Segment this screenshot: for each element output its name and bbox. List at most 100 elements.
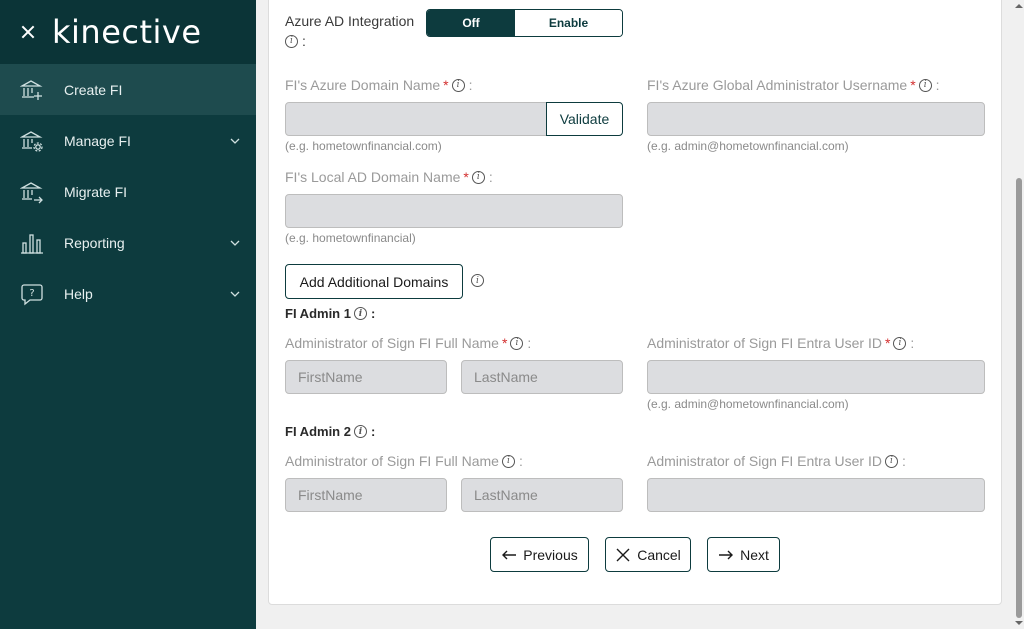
azure-ad-label: Azure AD Integration — [285, 13, 414, 29]
colon: : — [370, 424, 376, 439]
admin2-title-text: FI Admin 2 — [285, 424, 351, 439]
azure-admin-hint: (e.g. admin@hometownfinancial.com) — [647, 139, 849, 153]
azure-admin-label: FI's Azure Global Administrator Username… — [647, 77, 940, 93]
add-additional-domains-button[interactable]: Add Additional Domains — [285, 264, 463, 299]
admin1-user-id-label: Administrator of Sign FI Entra User ID * i… — [647, 335, 914, 351]
sidebar-item-reporting[interactable]: Reporting — [0, 217, 256, 268]
close-icon — [615, 547, 631, 563]
next-label: Next — [740, 546, 769, 563]
admin1-last-name-input[interactable]: LastName — [461, 360, 623, 394]
info-icon[interactable]: i — [918, 78, 932, 92]
sidebar: kinective Create FI Manage FI Migrate FI… — [0, 0, 256, 629]
local-domain-hint: (e.g. hometownfinancial) — [285, 231, 416, 245]
admin2-first-name-input[interactable]: FirstName — [285, 478, 447, 512]
azure-admin-input[interactable] — [647, 102, 985, 136]
sidebar-item-label: Manage FI — [64, 132, 131, 149]
bar-chart-icon — [20, 231, 44, 255]
admin1-user-id-hint: (e.g. admin@hometownfinancial.com) — [647, 397, 849, 411]
azure-ad-label-text: Azure AD Integration — [285, 13, 415, 29]
toggle-enable-button[interactable]: Enable — [515, 10, 622, 36]
info-icon[interactable]: i — [884, 454, 898, 468]
close-icon[interactable] — [18, 22, 38, 42]
colon: : — [935, 77, 940, 93]
required-asterisk: * — [501, 335, 508, 351]
info-icon[interactable]: i — [893, 336, 907, 350]
azure-domain-hint: (e.g. hometownfinancial.com) — [285, 139, 442, 153]
admin1-first-name-input[interactable]: FirstName — [285, 360, 447, 394]
previous-button[interactable]: Previous — [490, 537, 589, 572]
arrow-left-icon — [501, 549, 517, 561]
admin2-user-id-label: Administrator of Sign FI Entra User ID i: — [647, 453, 906, 469]
sidebar-item-help[interactable]: ? Help — [0, 268, 256, 319]
admin1-full-name-label-text: Administrator of Sign FI Full Name — [285, 335, 499, 351]
azure-ad-toggle: Off Enable — [426, 9, 623, 37]
chevron-down-icon — [230, 291, 240, 297]
info-icon[interactable]: i — [353, 425, 367, 438]
validate-button[interactable]: Validate — [546, 102, 623, 136]
required-asterisk: * — [463, 169, 469, 185]
chevron-down-icon — [230, 138, 240, 144]
azure-admin-label-text: FI's Azure Global Administrator Username — [647, 77, 908, 93]
scroll-down-icon[interactable] — [1015, 621, 1023, 625]
colon: : — [370, 306, 376, 321]
toggle-off-button[interactable]: Off — [427, 10, 515, 36]
sidebar-item-label: Migrate FI — [64, 183, 128, 200]
local-domain-input[interactable] — [285, 194, 623, 228]
admin2-user-id-label-text: Administrator of Sign FI Entra User ID — [647, 453, 882, 469]
colon: : — [518, 453, 523, 469]
azure-ad-colon: : — [302, 33, 306, 49]
admin2-full-name-label: Administrator of Sign FI Full Name i: — [285, 453, 523, 469]
sidebar-item-label: Help — [64, 285, 93, 302]
info-icon[interactable]: i — [353, 307, 367, 320]
azure-domain-label-text: FI's Azure Domain Name — [285, 77, 441, 93]
local-domain-label-text: FI's Local AD Domain Name — [285, 169, 461, 185]
admin2-user-id-input[interactable] — [647, 478, 985, 512]
info-icon[interactable]: i — [471, 170, 485, 184]
svg-text:?: ? — [29, 288, 34, 299]
admin2-title: FI Admin 2i: — [285, 424, 375, 439]
scroll-thumb[interactable] — [1016, 178, 1022, 618]
admin1-user-id-input[interactable] — [647, 360, 985, 394]
admin2-full-name-label-text: Administrator of Sign FI Full Name — [285, 453, 499, 469]
local-domain-label: FI's Local AD Domain Name * i: — [285, 169, 493, 185]
azure-domain-input[interactable] — [285, 102, 547, 136]
help-icon: ? — [20, 282, 44, 306]
info-icon[interactable]: i — [501, 454, 515, 468]
admin2-last-name-input[interactable]: LastName — [461, 478, 623, 512]
bank-add-icon — [20, 78, 44, 102]
admin1-user-id-label-text: Administrator of Sign FI Entra User ID — [647, 335, 882, 351]
sidebar-item-label: Create FI — [64, 81, 123, 98]
info-icon[interactable]: i — [471, 274, 484, 287]
scroll-up-icon[interactable] — [1015, 4, 1023, 8]
info-icon[interactable]: i — [510, 336, 524, 350]
cancel-button[interactable]: Cancel — [605, 537, 691, 572]
required-asterisk: * — [443, 77, 449, 93]
colon: : — [468, 77, 473, 93]
admin1-title-text: FI Admin 1 — [285, 306, 351, 321]
bank-arrow-icon — [20, 180, 44, 204]
admin1-full-name-label: Administrator of Sign FI Full Name * i: — [285, 335, 531, 351]
scrollbar[interactable] — [1014, 0, 1024, 629]
sidebar-item-label: Reporting — [64, 234, 125, 251]
sidebar-item-manage-fi[interactable]: Manage FI — [0, 115, 256, 166]
logo: kinective — [52, 13, 202, 51]
cancel-label: Cancel — [637, 546, 681, 563]
brand-header: kinective — [0, 0, 256, 64]
required-asterisk: * — [910, 77, 916, 93]
info-icon[interactable]: i — [285, 34, 298, 48]
azure-domain-label: FI's Azure Domain Name * i: — [285, 77, 473, 93]
sidebar-item-migrate-fi[interactable]: Migrate FI — [0, 166, 256, 217]
next-button[interactable]: Next — [707, 537, 780, 572]
colon: : — [527, 335, 532, 351]
sidebar-item-create-fi[interactable]: Create FI — [0, 64, 256, 115]
colon: : — [910, 335, 915, 351]
arrow-right-icon — [718, 549, 734, 561]
bank-gear-icon — [20, 129, 44, 153]
colon: : — [901, 453, 906, 469]
info-icon[interactable]: i — [451, 78, 465, 92]
previous-label: Previous — [523, 546, 578, 563]
chevron-down-icon — [230, 240, 240, 246]
required-asterisk: * — [884, 335, 891, 351]
azure-ad-info-row: i : — [282, 33, 306, 49]
admin1-title: FI Admin 1i: — [285, 306, 375, 321]
